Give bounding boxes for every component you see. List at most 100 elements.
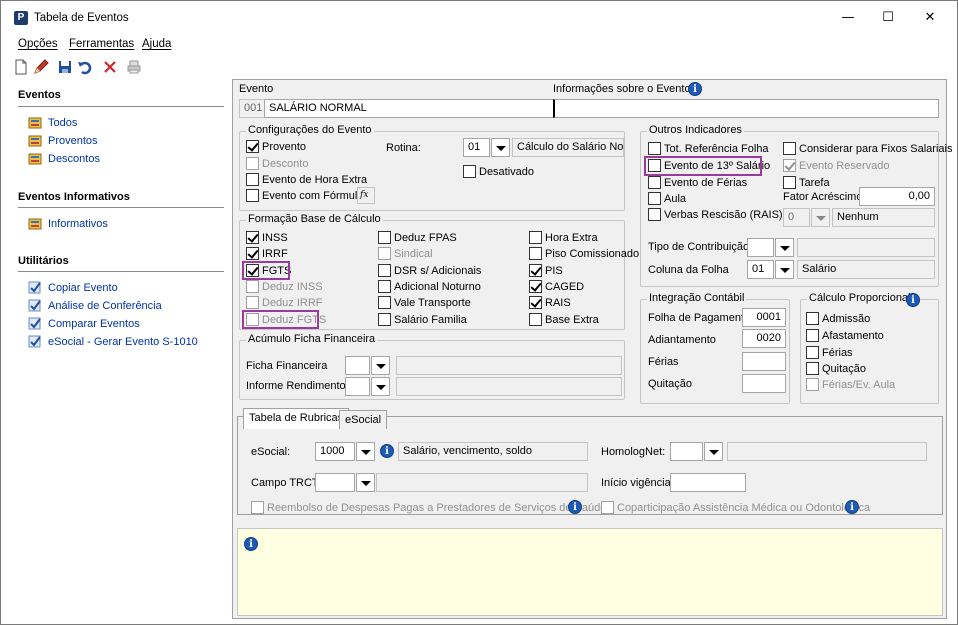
esocial-code-field[interactable]: 1000: [315, 442, 355, 461]
divider: [18, 271, 224, 272]
sidebar-item-todos[interactable]: Todos: [28, 116, 77, 129]
sidebar-item-descontos[interactable]: Descontos: [28, 152, 100, 165]
sindical-checkbox[interactable]: Sindical: [378, 247, 433, 260]
edit-icon[interactable]: [33, 59, 49, 75]
info-icon[interactable]: i: [380, 444, 394, 458]
info-icon[interactable]: i: [845, 500, 859, 514]
tarefa-checkbox[interactable]: Tarefa: [783, 176, 830, 189]
dsr-checkbox[interactable]: DSR s/ Adicionais: [378, 264, 481, 277]
fixos-salariais-checkbox[interactable]: Considerar para Fixos Salariais: [783, 142, 952, 155]
rotina-code-field[interactable]: 01: [463, 138, 490, 157]
inss-checkbox[interactable]: INSS: [246, 231, 288, 244]
aula-checkbox[interactable]: Aula: [648, 192, 686, 205]
reembolso-checkbox[interactable]: Reembolso de Despesas Pagas a Prestadore…: [251, 501, 606, 514]
evento-reservado-checkbox[interactable]: Evento Reservado: [783, 159, 890, 172]
irrf-checkbox[interactable]: IRRF: [246, 247, 288, 260]
info-icon[interactable]: i: [906, 293, 920, 307]
print-icon[interactable]: [126, 59, 142, 75]
deduz-inss-checkbox[interactable]: Deduz INSS: [246, 280, 323, 293]
evento-name-field[interactable]: SALÁRIO NORMAL: [264, 99, 556, 118]
verbas-dropdown[interactable]: [811, 208, 830, 227]
ficha-code-field[interactable]: [345, 356, 370, 375]
homolognet-dropdown[interactable]: [704, 442, 723, 461]
minimize-button[interactable]: —: [829, 6, 867, 30]
folha-pagamento-field[interactable]: 0001: [742, 308, 786, 327]
esocial-dropdown[interactable]: [356, 442, 375, 461]
base-extra-checkbox[interactable]: Base Extra: [529, 313, 599, 326]
verbas-code-field: 0: [783, 208, 810, 227]
ferias-ev-aula-checkbox[interactable]: Férias/Ev. Aula: [806, 378, 895, 391]
tab-tabela-rubricas[interactable]: Tabela de Rubricas: [243, 408, 350, 429]
caged-checkbox[interactable]: CAGED: [529, 280, 584, 293]
deduz-fpas-checkbox[interactable]: Deduz FPAS: [378, 231, 457, 244]
provento-checkbox[interactable]: Provento: [246, 140, 306, 153]
hora-extra-base-checkbox[interactable]: Hora Extra: [529, 231, 598, 244]
tot-ref-checkbox[interactable]: Tot. Referência Folha: [648, 142, 769, 155]
deduz-irrf-checkbox[interactable]: Deduz IRRF: [246, 296, 323, 309]
coluna-folha-label: Coluna da Folha: [648, 264, 729, 276]
afastamento-checkbox[interactable]: Afastamento: [806, 329, 884, 342]
save-icon[interactable]: [57, 59, 73, 75]
ferias-label: Férias: [648, 356, 679, 368]
formula-button[interactable]: fx: [357, 187, 375, 204]
tipo-contrib-code-field[interactable]: [747, 238, 774, 257]
close-button[interactable]: ✕: [911, 6, 949, 30]
desativado-checkbox[interactable]: Desativado: [463, 165, 534, 178]
hora-extra-checkbox[interactable]: Evento de Hora Extra: [246, 173, 367, 186]
menu-opcoes[interactable]: Opções: [18, 38, 58, 50]
verbas-rescisao-checkbox[interactable]: Verbas Rescisão (RAIS): [648, 208, 783, 221]
info-evento-field[interactable]: [553, 99, 939, 118]
salario-familia-checkbox[interactable]: Salário Familia: [378, 313, 467, 326]
homolognet-code-field[interactable]: [670, 442, 703, 461]
coparticipacao-checkbox[interactable]: Coparticipação Assistência Médica ou Odo…: [601, 501, 870, 514]
undo-icon[interactable]: [77, 59, 93, 75]
sidebar-item-comparar-eventos[interactable]: Comparar Eventos: [28, 317, 140, 330]
ferias-checkbox[interactable]: Evento de Férias: [648, 176, 747, 189]
ferias-prop-checkbox[interactable]: Férias: [806, 346, 853, 359]
menu-ferramentas[interactable]: Ferramentas: [69, 38, 134, 50]
info-icon[interactable]: i: [688, 82, 702, 96]
info-icon[interactable]: i: [568, 500, 582, 514]
com-formula-checkbox[interactable]: Evento com Fórmula: [246, 189, 363, 202]
adicional-noturno-checkbox[interactable]: Adicional Noturno: [378, 280, 481, 293]
ficha-dropdown[interactable]: [371, 356, 390, 375]
pis-checkbox[interactable]: PIS: [529, 264, 563, 277]
tab-esocial[interactable]: eSocial: [339, 410, 388, 429]
coluna-dropdown[interactable]: [775, 260, 794, 279]
desconto-checkbox[interactable]: Desconto: [246, 157, 308, 170]
trct-dropdown[interactable]: [356, 473, 375, 492]
rais-checkbox[interactable]: RAIS: [529, 296, 571, 309]
sidebar-item-informativos[interactable]: Informativos: [28, 217, 108, 230]
tipo-contrib-dropdown[interactable]: [775, 238, 794, 257]
menu-ajuda[interactable]: Ajuda: [142, 38, 171, 50]
vale-transporte-checkbox[interactable]: Vale Transporte: [378, 296, 471, 309]
sidebar-item-proventos[interactable]: Proventos: [28, 134, 98, 147]
quitacao-prop-checkbox[interactable]: Quitação: [806, 362, 866, 375]
coluna-code-field[interactable]: 01: [747, 260, 774, 279]
quitacao-contabil-field[interactable]: [742, 374, 786, 393]
new-icon[interactable]: [13, 59, 29, 75]
ferias-contabil-field[interactable]: [742, 352, 786, 371]
delete-icon[interactable]: [102, 59, 118, 75]
fator-field[interactable]: 0,00: [859, 187, 935, 206]
trct-code-field[interactable]: [315, 473, 355, 492]
info-icon[interactable]: i: [244, 537, 258, 551]
admissao-checkbox[interactable]: Admissão: [806, 312, 870, 325]
evento-code-field[interactable]: 001: [239, 99, 265, 118]
rotina-dropdown[interactable]: [491, 138, 510, 157]
sidebar-item-analise-conferencia[interactable]: Análise de Conferência: [28, 299, 162, 312]
sidebar-item-esocial-gerar[interactable]: eSocial - Gerar Evento S-1010: [28, 335, 198, 348]
config-title: Configurações do Evento: [246, 124, 374, 136]
informe-code-field[interactable]: [345, 377, 370, 396]
events-icon: [28, 153, 42, 165]
piso-comissionado-checkbox[interactable]: Piso Comissionado: [529, 247, 639, 260]
informe-dropdown[interactable]: [371, 377, 390, 396]
adiantamento-field[interactable]: 0020: [742, 329, 786, 348]
inicio-vigencia-field[interactable]: [670, 473, 746, 492]
sidebar-item-copiar-evento[interactable]: Copiar Evento: [28, 281, 118, 294]
fator-label: Fator Acréscimo: [783, 191, 863, 203]
maximize-button[interactable]: ☐: [869, 6, 907, 30]
esocial-desc-field: Salário, vencimento, soldo: [398, 442, 588, 461]
sidebar-item-label: Copiar Evento: [48, 281, 118, 294]
check-doc-icon: [28, 281, 41, 294]
